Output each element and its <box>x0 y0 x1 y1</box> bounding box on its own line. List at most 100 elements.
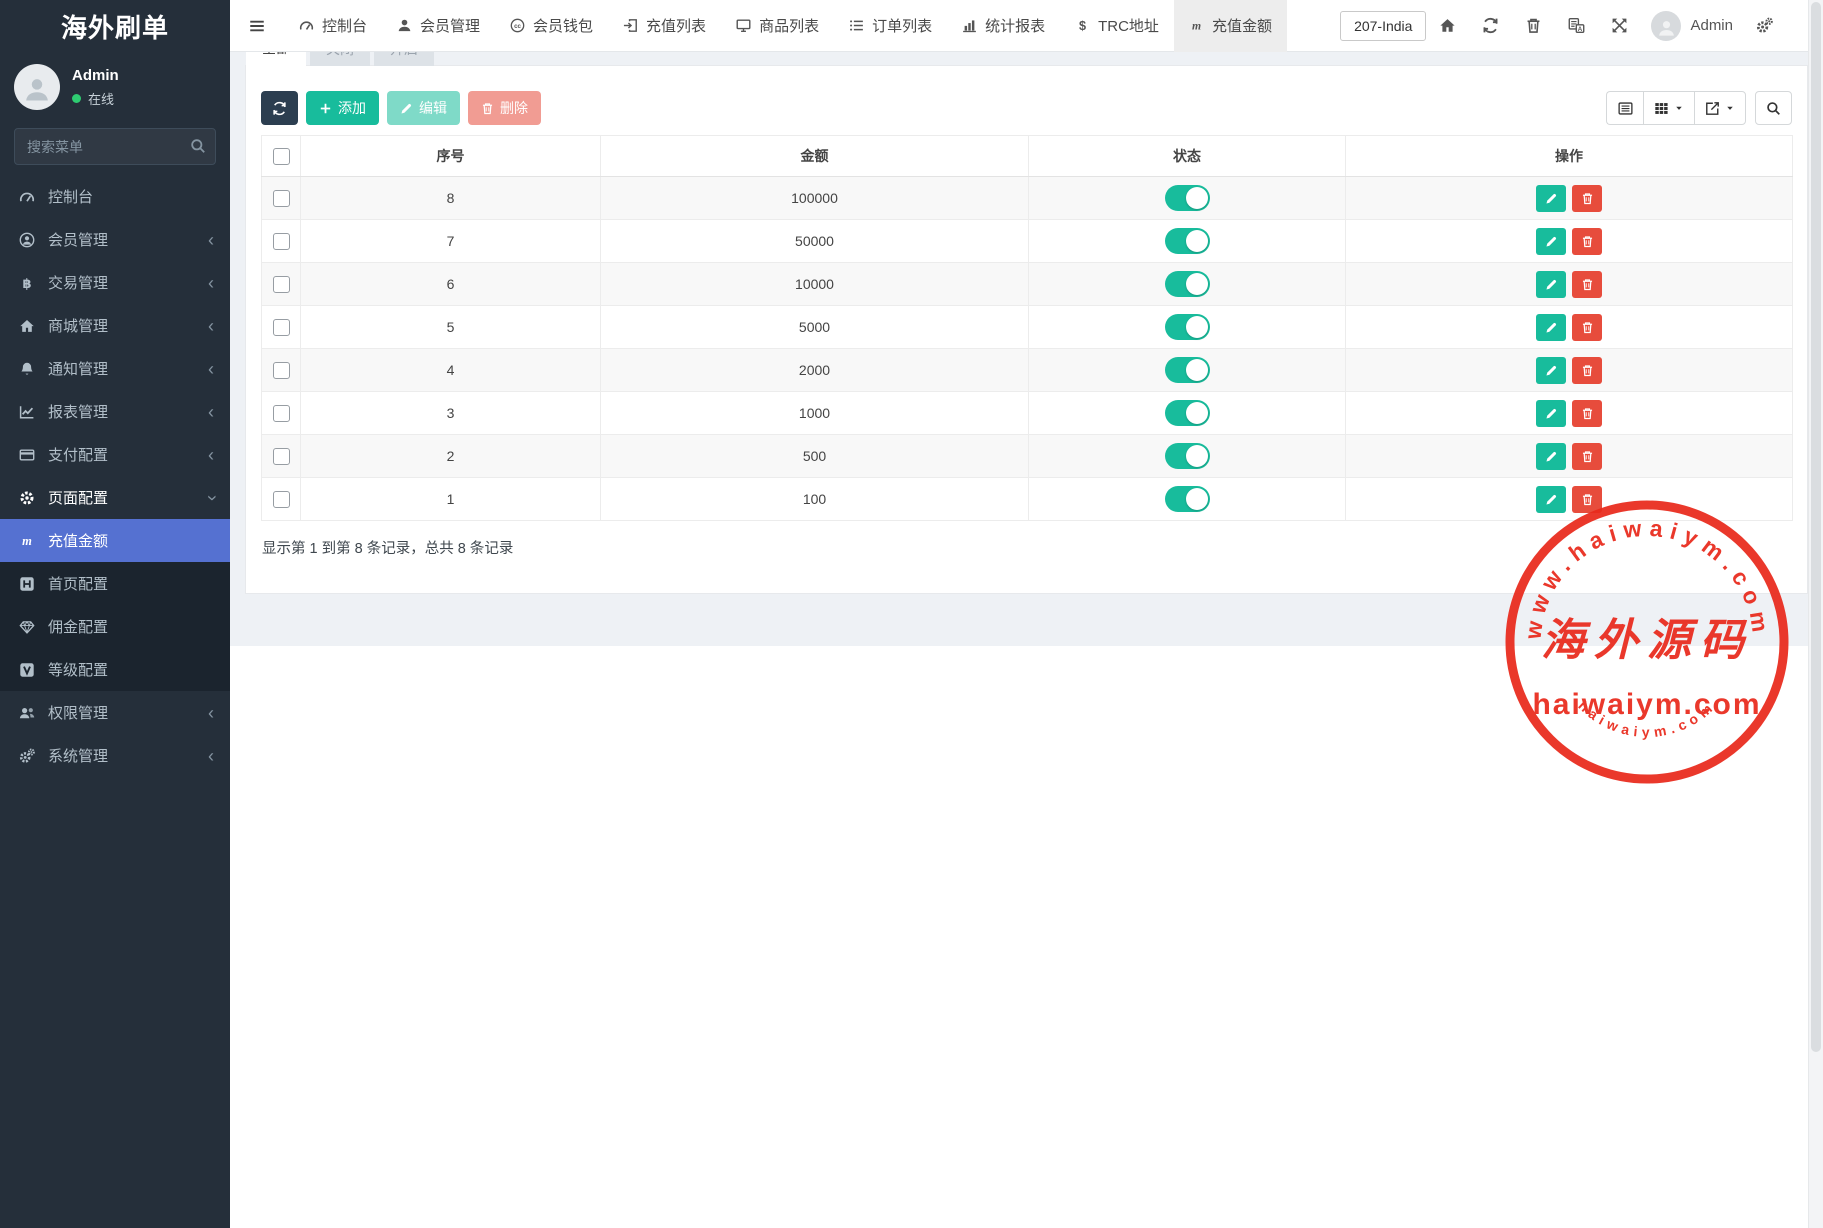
fullscreen-button[interactable] <box>1598 0 1641 52</box>
refresh-page-button[interactable] <box>1469 0 1512 52</box>
table-row-6: 2500 <box>262 435 1793 478</box>
delete-button[interactable] <box>1572 185 1602 212</box>
status-toggle[interactable] <box>1165 185 1210 211</box>
sidebar-item-3[interactable]: 商城管理‹ <box>0 304 230 347</box>
page-scrollbar[interactable] <box>1808 0 1823 1228</box>
row-checkbox[interactable] <box>273 362 290 379</box>
sidebar-search-input[interactable] <box>14 128 216 165</box>
delete-button[interactable] <box>1572 443 1602 470</box>
topnav-item-6[interactable]: 统计报表 <box>947 0 1060 52</box>
edit-button[interactable] <box>1536 314 1566 341</box>
row-checkbox[interactable] <box>273 319 290 336</box>
data-table: 序号金额状态操作 8100000750000610000550004200031… <box>261 135 1793 521</box>
refresh-button[interactable] <box>261 91 298 125</box>
trash-icon <box>1581 364 1594 377</box>
row-checkbox[interactable] <box>273 448 290 465</box>
chevron-left-icon: ‹ <box>208 446 214 464</box>
search-icon <box>190 138 206 154</box>
status-toggle[interactable] <box>1165 228 1210 254</box>
expand-icon <box>1611 17 1628 34</box>
edit-button[interactable] <box>1536 357 1566 384</box>
watermark-bottom-text: haiwaiym.com <box>1575 697 1718 740</box>
pencil-icon <box>1545 321 1558 334</box>
topnav-item-label: 商品列表 <box>759 15 819 36</box>
sidebar-toggle-button[interactable] <box>230 0 284 52</box>
row-checkbox[interactable] <box>273 276 290 293</box>
site-selector-button[interactable]: 207-India <box>1340 11 1426 41</box>
edit-button[interactable] <box>1536 271 1566 298</box>
search-toggle-button[interactable] <box>1755 91 1792 125</box>
language-button[interactable] <box>1555 0 1598 52</box>
topnav-item-5[interactable]: 订单列表 <box>834 0 947 52</box>
v-square-icon <box>18 662 36 678</box>
add-button[interactable]: 添加 <box>306 91 379 125</box>
sidebar-item-6[interactable]: 支付配置‹ <box>0 433 230 476</box>
edit-button[interactable] <box>1536 228 1566 255</box>
avatar <box>14 64 60 110</box>
sidebar-item-0[interactable]: 控制台 <box>0 175 230 218</box>
topnav-item-label: 订单列表 <box>872 15 932 36</box>
sidebar-item-13[interactable]: 系统管理‹ <box>0 734 230 777</box>
delete-button[interactable] <box>1572 357 1602 384</box>
status-toggle[interactable] <box>1165 443 1210 469</box>
delete-button[interactable] <box>1572 314 1602 341</box>
toggle-knob <box>1186 488 1208 510</box>
users-icon <box>18 705 36 721</box>
sidebar-item-12[interactable]: 权限管理‹ <box>0 691 230 734</box>
gem-icon <box>18 619 36 635</box>
columns-button[interactable] <box>1643 91 1694 125</box>
sidebar-item-11[interactable]: 等级配置 <box>0 648 230 691</box>
topnav-item-3[interactable]: 充值列表 <box>608 0 721 52</box>
topnav-item-4[interactable]: 商品列表 <box>721 0 834 52</box>
settings-button[interactable] <box>1743 0 1786 52</box>
cell-amount: 2000 <box>601 349 1029 392</box>
delete-button[interactable] <box>1572 486 1602 513</box>
row-checkbox[interactable] <box>273 190 290 207</box>
status-toggle[interactable] <box>1165 314 1210 340</box>
topnav-item-8[interactable]: 充值金额 <box>1174 0 1287 52</box>
sidebar-item-label: 会员管理 <box>48 229 108 250</box>
edit-button[interactable] <box>1536 443 1566 470</box>
delete-selected-button[interactable]: 删除 <box>468 91 541 125</box>
status-toggle[interactable] <box>1165 271 1210 297</box>
edit-selected-button[interactable]: 编辑 <box>387 91 460 125</box>
toggle-knob <box>1186 187 1208 209</box>
edit-button[interactable] <box>1536 400 1566 427</box>
delete-button[interactable] <box>1572 228 1602 255</box>
edit-button[interactable] <box>1536 486 1566 513</box>
sidebar-item-10[interactable]: 佣金配置 <box>0 605 230 648</box>
paging-toggle-button[interactable] <box>1606 91 1643 125</box>
row-checkbox[interactable] <box>273 405 290 422</box>
delete-button[interactable] <box>1572 271 1602 298</box>
edit-button[interactable] <box>1536 185 1566 212</box>
sidebar-item-8[interactable]: 充值金额 <box>0 519 230 562</box>
sidebar-item-2[interactable]: 交易管理‹ <box>0 261 230 304</box>
clear-cache-button[interactable] <box>1512 0 1555 52</box>
topnav-item-1[interactable]: 会员管理 <box>382 0 495 52</box>
table-toolbar: 添加 编辑 删除 <box>261 91 1792 125</box>
scrollbar-thumb[interactable] <box>1811 2 1821 1052</box>
status-toggle[interactable] <box>1165 357 1210 383</box>
sidebar-item-7[interactable]: 页面配置‹ <box>0 476 230 519</box>
sidebar-item-1[interactable]: 会员管理‹ <box>0 218 230 261</box>
pencil-icon <box>1545 235 1558 248</box>
user-menu[interactable]: Admin <box>1641 11 1743 41</box>
home-button[interactable] <box>1426 0 1469 52</box>
topnav-item-7[interactable]: TRC地址 <box>1060 0 1174 52</box>
trash-icon <box>1581 192 1594 205</box>
topnav-item-0[interactable]: 控制台 <box>284 0 382 52</box>
sidebar-item-4[interactable]: 通知管理‹ <box>0 347 230 390</box>
status-toggle[interactable] <box>1165 400 1210 426</box>
table-view-controls <box>1606 91 1792 125</box>
profile-status: 在线 <box>88 89 114 108</box>
gauge-icon <box>18 189 36 205</box>
row-checkbox[interactable] <box>273 491 290 508</box>
sidebar-item-5[interactable]: 报表管理‹ <box>0 390 230 433</box>
sidebar-item-9[interactable]: 首页配置 <box>0 562 230 605</box>
row-checkbox[interactable] <box>273 233 290 250</box>
topnav-item-2[interactable]: 会员钱包 <box>495 0 608 52</box>
status-toggle[interactable] <box>1165 486 1210 512</box>
select-all-checkbox[interactable] <box>273 148 290 165</box>
delete-button[interactable] <box>1572 400 1602 427</box>
export-button[interactable] <box>1694 91 1746 125</box>
